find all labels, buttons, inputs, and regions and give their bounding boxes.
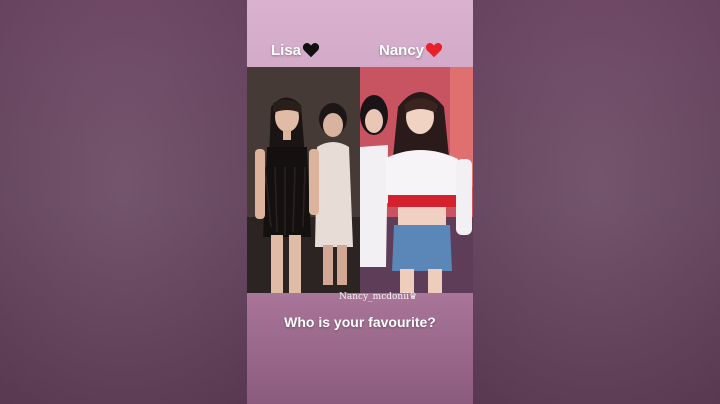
right-blurred-background xyxy=(473,0,720,404)
left-blurred-background xyxy=(0,0,247,404)
watermark: Nancy_mcdonii♛ xyxy=(339,292,418,302)
nancy-photo xyxy=(360,67,473,293)
nancy-label: Nancy xyxy=(379,42,425,59)
red-heart-icon xyxy=(425,42,443,62)
short-video-frame: Lisa Nancy Nancy_mcdonii♛ Who is your fa… xyxy=(247,0,473,404)
question-caption: Who is your favourite? xyxy=(284,314,436,330)
nancy-label-group: Nancy xyxy=(379,42,443,62)
lisa-photo xyxy=(247,67,360,293)
lisa-label-group: Lisa xyxy=(271,42,320,62)
black-heart-icon xyxy=(302,42,320,62)
lisa-label: Lisa xyxy=(271,42,302,59)
